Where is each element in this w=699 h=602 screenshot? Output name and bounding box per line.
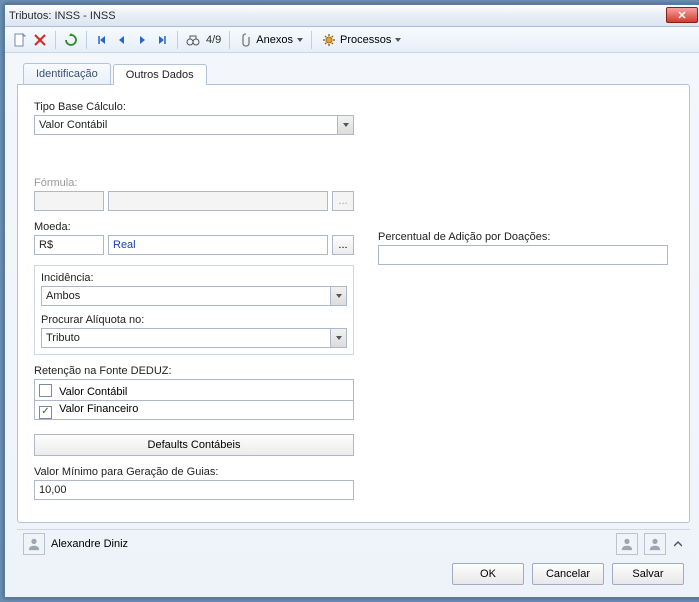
moeda-label: Moeda: bbox=[34, 221, 354, 233]
tabpanel: Tipo Base Cálculo: Valor Contábil Fórmul… bbox=[17, 84, 690, 523]
window: Tributos: INSS - INSS ✕ bbox=[4, 4, 699, 598]
chevron-up-icon bbox=[674, 540, 682, 548]
last-icon bbox=[156, 34, 168, 46]
tipo-base-value: Valor Contábil bbox=[34, 115, 354, 135]
defaults-contabeis-button[interactable]: Defaults Contábeis bbox=[34, 434, 354, 456]
status-avatar-1[interactable] bbox=[616, 533, 638, 555]
search-button[interactable] bbox=[184, 31, 202, 49]
save-button[interactable]: Salvar bbox=[612, 563, 684, 585]
percentual-label: Percentual de Adição por Doações: bbox=[378, 231, 673, 243]
ok-button[interactable]: OK bbox=[452, 563, 524, 585]
body: Identificação Outros Dados Tipo Base Cál… bbox=[5, 53, 699, 597]
procurar-value: Tributo bbox=[41, 328, 347, 348]
left-column: Tipo Base Cálculo: Valor Contábil Fórmul… bbox=[34, 101, 354, 512]
separator bbox=[311, 31, 312, 49]
tabstrip: Identificação Outros Dados bbox=[23, 63, 690, 84]
moeda-code-field[interactable]: R$ bbox=[34, 235, 104, 255]
status-avatar-2[interactable] bbox=[644, 533, 666, 555]
next-icon bbox=[136, 34, 148, 46]
close-icon: ✕ bbox=[677, 9, 686, 22]
separator bbox=[177, 31, 178, 49]
formula-code-field bbox=[34, 191, 104, 211]
dropdown-button[interactable] bbox=[330, 287, 346, 305]
formula-name-field bbox=[108, 191, 328, 211]
person-icon bbox=[620, 537, 634, 551]
valor-min-label: Valor Mínimo para Geração de Guias: bbox=[34, 466, 354, 478]
dropdown-button[interactable] bbox=[330, 329, 346, 347]
formula-row: ... bbox=[34, 191, 354, 211]
dropdown-button[interactable] bbox=[337, 116, 353, 134]
footer: OK Cancelar Salvar bbox=[17, 557, 690, 591]
nav-prev-button[interactable] bbox=[113, 31, 131, 49]
moeda-lookup-button[interactable]: ... bbox=[332, 235, 354, 255]
incidencia-label: Incidência: bbox=[41, 272, 347, 284]
tipo-base-label: Tipo Base Cálculo: bbox=[34, 101, 354, 113]
procurar-select[interactable]: Tributo bbox=[41, 328, 347, 348]
gear-icon bbox=[322, 33, 336, 47]
moeda-row: R$ Real ... bbox=[34, 235, 354, 255]
checkbox-icon[interactable] bbox=[39, 384, 52, 397]
formula-lookup-button: ... bbox=[332, 191, 354, 211]
statusbar: Alexandre Diniz bbox=[17, 529, 690, 557]
chevron-down-icon bbox=[336, 294, 342, 298]
toolbar: 4/9 Anexos Processos bbox=[5, 27, 699, 53]
moeda-name-field[interactable]: Real bbox=[108, 235, 328, 255]
tipo-base-select[interactable]: Valor Contábil bbox=[34, 115, 354, 135]
incidencia-select[interactable]: Ambos bbox=[41, 286, 347, 306]
tab-identificacao[interactable]: Identificação bbox=[23, 63, 111, 84]
x-red-icon bbox=[34, 34, 46, 46]
separator bbox=[86, 31, 87, 49]
processos-label: Processos bbox=[340, 34, 391, 46]
tab-outros-dados[interactable]: Outros Dados bbox=[113, 64, 207, 85]
record-counter: 4/9 bbox=[204, 34, 223, 46]
incidencia-value: Ambos bbox=[41, 286, 347, 306]
document-icon bbox=[13, 33, 27, 47]
nav-next-button[interactable] bbox=[133, 31, 151, 49]
checkbox-checked-icon[interactable] bbox=[39, 406, 52, 419]
retencao-list: Valor Contábil Valor Financeiro bbox=[34, 379, 354, 420]
titlebar: Tributos: INSS - INSS ✕ bbox=[5, 5, 699, 27]
incidencia-group: Incidência: Ambos Procurar Alíquota no: … bbox=[34, 265, 354, 355]
status-collapse-toggle[interactable] bbox=[672, 540, 684, 548]
valor-min-field[interactable]: 10,00 bbox=[34, 480, 354, 500]
processos-dropdown[interactable]: Processos bbox=[318, 33, 403, 47]
chk-valor-contabil-row[interactable]: Valor Contábil bbox=[34, 379, 354, 401]
separator bbox=[55, 31, 56, 49]
refresh-icon bbox=[64, 33, 78, 47]
close-button[interactable]: ✕ bbox=[666, 7, 698, 23]
anexos-dropdown[interactable]: Anexos bbox=[236, 33, 305, 47]
anexos-label: Anexos bbox=[256, 34, 293, 46]
attachment-icon bbox=[240, 33, 252, 47]
nav-last-button[interactable] bbox=[153, 31, 171, 49]
binoculars-icon bbox=[186, 34, 200, 46]
refresh-button[interactable] bbox=[62, 31, 80, 49]
chevron-down-icon bbox=[297, 38, 303, 42]
new-button[interactable] bbox=[11, 31, 29, 49]
right-column: Percentual de Adição por Doações: bbox=[378, 101, 673, 512]
formula-label: Fórmula: bbox=[34, 177, 354, 189]
person-icon bbox=[648, 537, 662, 551]
cancel-button[interactable]: Cancelar bbox=[532, 563, 604, 585]
chevron-down-icon bbox=[395, 38, 401, 42]
procurar-label: Procurar Alíquota no: bbox=[41, 314, 347, 326]
chk-valor-financeiro-label: Valor Financeiro bbox=[59, 403, 138, 415]
person-icon bbox=[27, 537, 41, 551]
separator bbox=[229, 31, 230, 49]
nav-first-button[interactable] bbox=[93, 31, 111, 49]
chevron-down-icon bbox=[343, 123, 349, 127]
user-avatar bbox=[23, 533, 45, 555]
first-icon bbox=[96, 34, 108, 46]
prev-icon bbox=[116, 34, 128, 46]
delete-button[interactable] bbox=[31, 31, 49, 49]
retencao-label: Retenção na Fonte DEDUZ: bbox=[34, 365, 354, 377]
window-title: Tributos: INSS - INSS bbox=[9, 10, 116, 22]
chevron-down-icon bbox=[336, 336, 342, 340]
chk-valor-contabil-label: Valor Contábil bbox=[59, 386, 127, 398]
status-user: Alexandre Diniz bbox=[51, 538, 128, 550]
chk-valor-financeiro-row[interactable]: Valor Financeiro bbox=[34, 401, 354, 420]
percentual-field[interactable] bbox=[378, 245, 668, 265]
